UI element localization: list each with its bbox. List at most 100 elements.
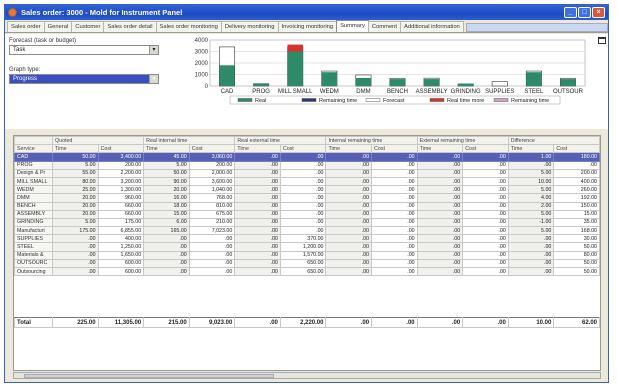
table-row[interactable]: Manufacturi 175.00 6,855.00 165.00 7,023.00.… [14,226,600,236]
table-cell: .00 [507,234,555,244]
scrollbar-thumb[interactable] [24,374,274,378]
tab-sales-order-monitoring[interactable]: Sales order monitoring [155,21,222,32]
table-cell: .00 [325,266,373,277]
table-cell: 25.00 [52,185,99,195]
table-cell: 80.00 [52,176,99,187]
table-cell: 200.00 [553,168,600,178]
total-cell: .00 [325,317,373,329]
forecast-select[interactable]: Task ▾ [9,45,159,55]
table-row[interactable]: PROG 5.00 200.00 5.00 200.00.00.00.00.00.00.… [14,160,600,170]
tab-summary[interactable]: Summary [336,20,369,32]
tab-additional-information[interactable]: Additional information [400,21,464,32]
column-header[interactable]: Time [234,144,281,154]
column-header[interactable]: Service [14,144,53,154]
column-header[interactable]: Cost [371,144,418,154]
table-cell: .00 [462,176,509,187]
table-cell: .00 [371,217,418,228]
table-cell: 6.00 [143,217,190,228]
table-cell: .00 [462,193,509,203]
total-cell: 2,220.00 [279,317,327,329]
table-cell: .00 [416,152,464,162]
table-cell: .00 [234,201,281,211]
y-tick-label: 1000 [195,73,209,79]
table-cell: .00 [507,266,555,277]
total-cell: .00 [462,317,509,329]
column-header[interactable]: Cost [462,144,509,154]
table-cell: 20.00 [52,193,99,203]
table-cell: 6,855.00 [97,226,145,236]
table-cell: .00 [279,226,327,236]
bar-forecast [491,81,508,87]
legend-label: Real time more [447,98,484,104]
column-header[interactable]: Time [507,144,555,154]
table-row[interactable]: GRINDING 5.00 175.00 6.00 210.00.00.00.00.00… [14,217,600,228]
table-cell: 660.00 [97,201,145,211]
table-cell: .00 [416,217,464,228]
close-button[interactable]: × [592,7,605,18]
service-name: WEDM [14,185,53,195]
table-cell: 1.00 [507,152,555,162]
tab-invoicing-monitoring[interactable]: Invoicing monitoring [277,21,338,32]
column-header[interactable]: Time [416,144,464,154]
tab-customer[interactable]: Customer [71,21,105,32]
horizontal-scrollbar[interactable] [13,372,601,379]
column-header[interactable]: Cost [279,144,327,154]
tab-sales-order[interactable]: Sales order [7,21,45,32]
table-cell: .00 [325,176,373,187]
table-cell: .00 [52,250,99,260]
column-header[interactable]: Time [143,144,190,154]
table-row[interactable]: MILL SMALL 80.00 3,200.00 90.00 3,600.00.00.… [14,176,600,187]
column-header[interactable]: Cost [188,144,236,154]
table-row[interactable]: STEEL .00 1,250.00.00.00.00 1,200.00.00.00.… [14,242,600,252]
title-bar[interactable]: Sales order: 3000 - Mold for Instrument … [5,5,608,20]
table-row[interactable]: Design & Pr 55.00 2,200.00 50.00 2,000.00.00… [14,168,600,178]
table-cell: .00 [279,152,327,162]
table-cell: .00 [279,176,327,187]
table-row[interactable]: OUTSOURC .00 600.00.00.00.00 650.00.00.00.0… [14,258,600,269]
table-row[interactable]: CAD 50.00 3,400.00 45.00 3,060.00.00.00.00.0… [14,152,600,162]
table-cell: .00 [462,185,509,195]
table-cell: .00 [462,258,509,269]
table-row[interactable]: ASSEMBLY 20.00 660.00 15.00 675.00.00.00.00.… [14,209,600,219]
column-header[interactable]: Time [325,144,373,154]
table-cell: 2,000.00 [188,168,236,178]
expand-chart-icon[interactable] [598,37,606,44]
table-cell: 960.00 [97,193,145,203]
tab-sales-order-detail[interactable]: Sales order detail [103,21,157,32]
maximize-button[interactable]: □ [578,7,591,18]
column-header[interactable]: Cost [553,144,600,154]
chevron-down-icon[interactable]: ▾ [149,46,158,54]
table-row[interactable]: Materials & .00 1,650.00.00.00.00 1,570.00… [14,250,600,260]
table-cell: .00 [462,152,509,162]
table-cell: 16.00 [143,193,190,203]
table-row[interactable]: WEDM 25.00 1,300.00 20.00 1,040.00.00.00.00.… [14,185,600,195]
table-cell: 15.00 [553,209,600,219]
tab-comment[interactable]: Comment [367,21,402,32]
bar-real [458,83,474,86]
table-cell: .00 [371,266,418,277]
graph-type-select[interactable]: Progress ▾ [9,74,159,84]
table-cell: 90.00 [143,176,190,187]
tab-delivery-monitoring[interactable]: Delivery monitoring [220,21,279,32]
table-cell: 50.00 [553,242,600,252]
column-header[interactable]: Time [52,144,99,154]
x-tick-label: OUTSOUR [553,89,584,95]
table-cell: .00 [234,258,281,269]
table-cell: 15.00 [143,209,190,219]
table-cell: 810.00 [188,201,236,211]
tab-bar-filler [465,23,608,32]
minimize-button[interactable]: _ [564,7,577,18]
column-header[interactable]: Cost [97,144,145,154]
tab-general[interactable]: General [43,21,73,32]
table-row[interactable]: SUPPLIES .00 400.00.00.00.00 370.00.00.00.0… [14,234,600,244]
table-cell: .00 [52,242,99,252]
table-row[interactable]: DMM 20.00 960.00 16.00 768.00.00.00.00.00.00… [14,193,600,203]
table-row[interactable]: Outsourcing .00 600.00.00.00.00 650.00.00.0… [14,266,600,277]
chevron-down-icon[interactable]: ▾ [149,75,158,83]
table-cell: 5.00 [507,209,555,219]
table-cell: .00 [371,242,418,252]
table-cell: 675.00 [188,209,236,219]
table-row[interactable]: BENCH 20.00 660.00 18.00 810.00.00.00.00.00.… [14,201,600,211]
table-cell: .00 [371,185,418,195]
service-name: PROG [14,160,53,170]
